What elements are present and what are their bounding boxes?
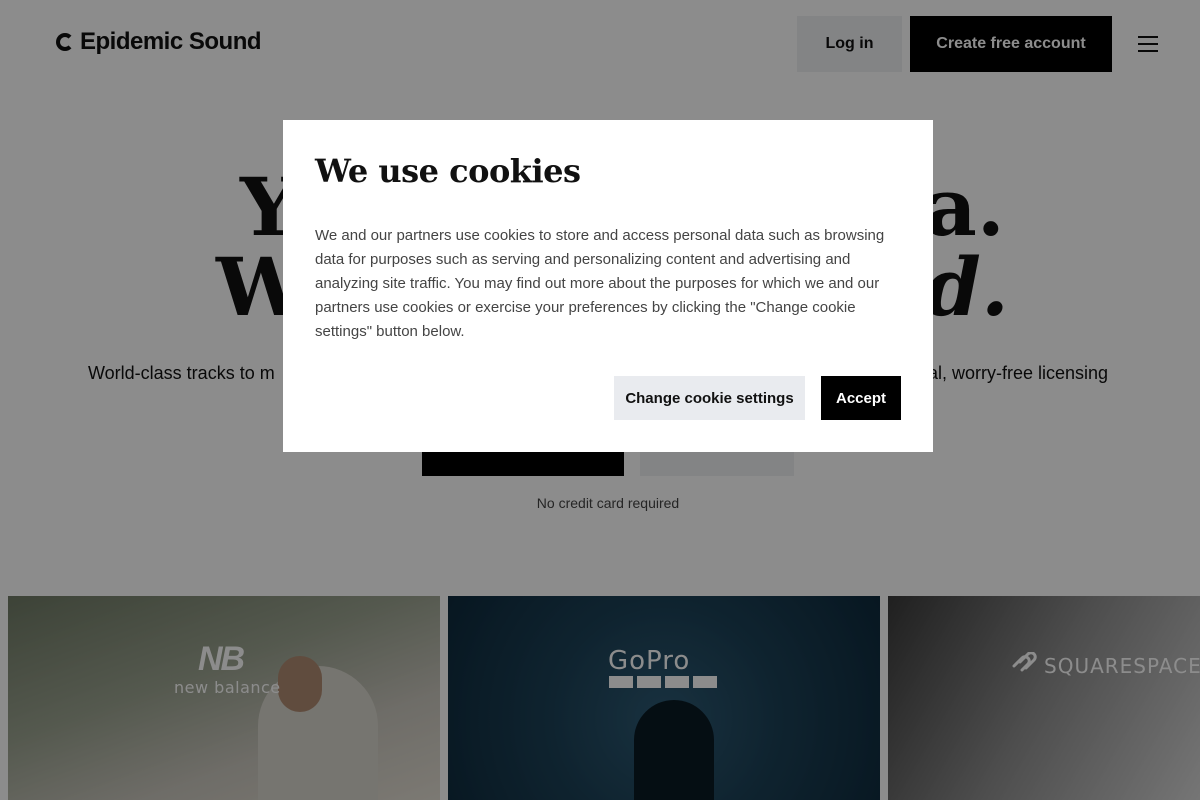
cookie-dialog-title: We use cookies: [315, 152, 581, 190]
accept-cookies-button[interactable]: Accept: [821, 376, 901, 420]
cookie-consent-dialog: We use cookies We and our partners use c…: [283, 120, 933, 452]
change-cookie-settings-button[interactable]: Change cookie settings: [614, 376, 805, 420]
cookie-dialog-body: We and our partners use cookies to store…: [315, 227, 885, 340]
